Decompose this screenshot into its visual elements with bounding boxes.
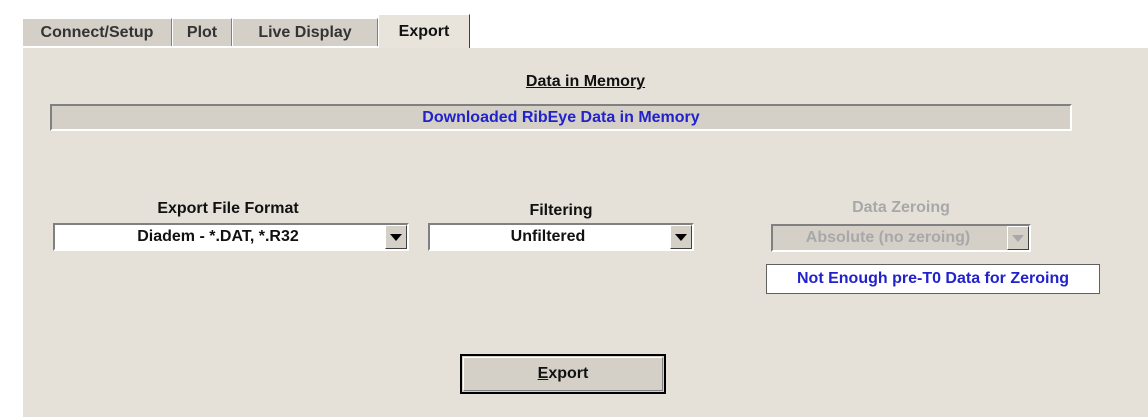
- chevron-down-icon[interactable]: [385, 225, 407, 249]
- memory-status-text: Downloaded RibEye Data in Memory: [422, 108, 700, 126]
- export-button[interactable]: Export: [460, 354, 666, 394]
- tab-label: Export: [398, 22, 450, 40]
- tab-label: Plot: [186, 23, 218, 41]
- export-format-dropdown[interactable]: Diadem - *.DAT, *.R32: [53, 223, 409, 251]
- filtering-label: Filtering: [529, 202, 593, 219]
- tab-connect-setup[interactable]: Connect/Setup: [22, 18, 172, 46]
- tab-plot[interactable]: Plot: [172, 18, 232, 46]
- export-panel: Data in Memory Downloaded RibEye Data in…: [22, 47, 1148, 417]
- chevron-down-icon[interactable]: [670, 225, 692, 249]
- zeroing-warning: Not Enough pre-T0 Data for Zeroing: [766, 264, 1100, 294]
- filtering-dropdown[interactable]: Unfiltered: [428, 223, 694, 251]
- data-in-memory-title: Data in Memory: [525, 73, 646, 90]
- tab-live-display[interactable]: Live Display: [232, 18, 378, 46]
- zeroing-warning-text: Not Enough pre-T0 Data for Zeroing: [797, 270, 1069, 287]
- export-button-label: Export: [537, 365, 589, 382]
- export-format-label: Export File Format: [157, 200, 299, 217]
- tab-label: Live Display: [258, 23, 352, 41]
- tab-export[interactable]: Export: [378, 14, 470, 48]
- chevron-down-icon: [1007, 226, 1029, 250]
- tab-label: Connect/Setup: [40, 23, 154, 41]
- filtering-value: Unfiltered: [510, 228, 586, 245]
- data-zeroing-label: Data Zeroing: [852, 199, 950, 216]
- memory-status-box: Downloaded RibEye Data in Memory: [50, 104, 1072, 131]
- data-zeroing-dropdown: Absolute (no zeroing): [771, 224, 1031, 252]
- export-format-value: Diadem - *.DAT, *.R32: [137, 228, 299, 245]
- data-zeroing-value: Absolute (no zeroing): [805, 229, 971, 246]
